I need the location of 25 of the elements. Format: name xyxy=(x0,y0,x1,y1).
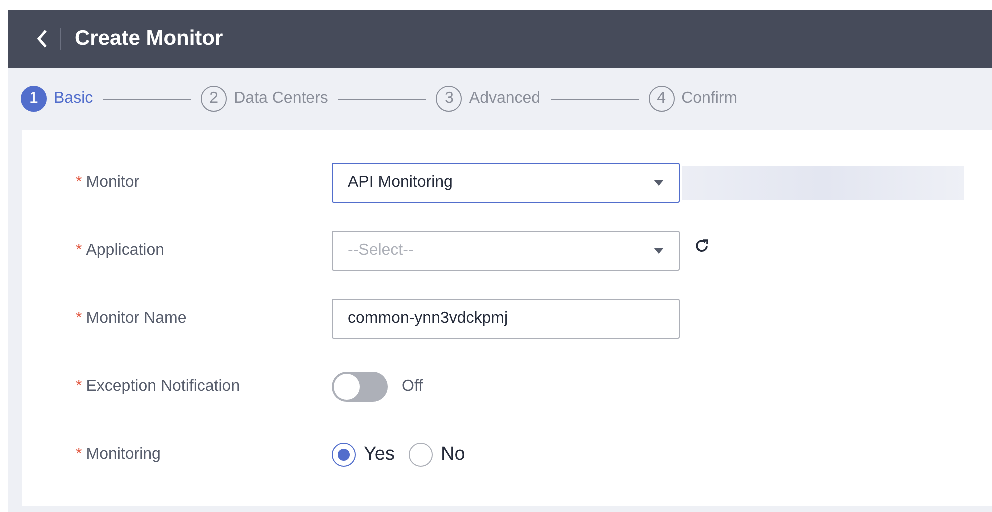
required-mark: * xyxy=(76,377,82,397)
required-mark: * xyxy=(76,241,82,261)
required-mark: * xyxy=(76,445,82,465)
field-label: Monitoring xyxy=(86,445,161,465)
step[interactable]: 4 Confirm xyxy=(648,86,738,112)
field-label: Monitor Name xyxy=(86,309,187,329)
field-label: Monitor xyxy=(86,173,140,193)
toggle-switch[interactable] xyxy=(332,372,388,402)
caret-icon xyxy=(654,248,664,254)
step[interactable]: 1 Basic xyxy=(21,86,94,112)
step[interactable]: 2 Data Centers xyxy=(201,86,328,112)
field-label: Exception Notification xyxy=(86,377,240,397)
required-mark: * xyxy=(76,309,82,329)
back-icon xyxy=(36,29,48,49)
required-mark: * xyxy=(76,173,82,193)
step[interactable]: 3 Advanced xyxy=(436,86,541,112)
text-field[interactable]: common-ynn3vdckpmj xyxy=(332,299,680,339)
switch-state-text: Off xyxy=(402,377,424,397)
radio-option[interactable]: Yes xyxy=(332,440,395,470)
page-title: Create Monitor xyxy=(75,26,224,52)
caret-icon xyxy=(654,180,664,186)
refresh-icon[interactable] xyxy=(694,238,710,254)
field-label: Application xyxy=(86,241,165,261)
dropdown-field[interactable]: API Monitoring xyxy=(332,163,680,203)
radio-option[interactable]: No xyxy=(409,440,466,470)
